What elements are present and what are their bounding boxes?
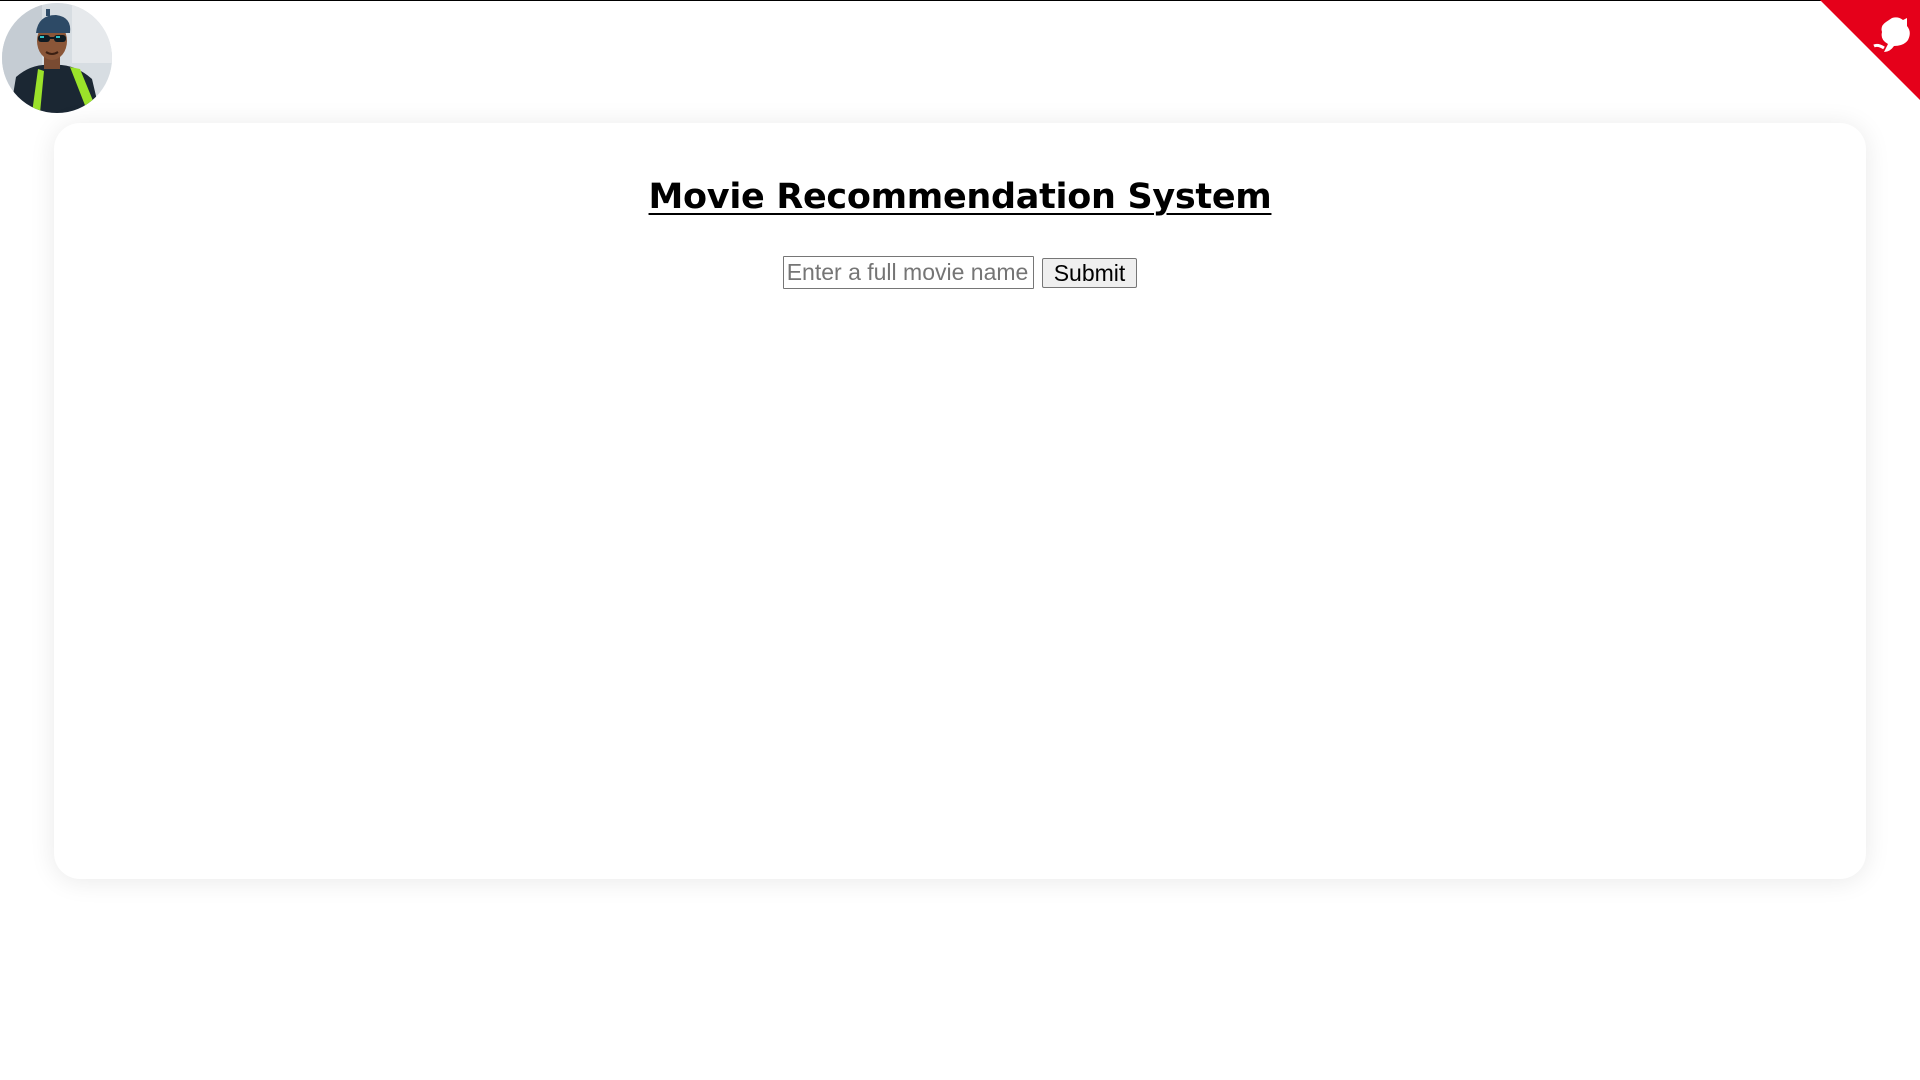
submit-button[interactable]: Submit	[1041, 257, 1138, 288]
avatar-photo	[2, 3, 112, 113]
movie-name-input[interactable]	[782, 256, 1034, 289]
top-border	[0, 0, 1920, 1]
page-title: Movie Recommendation System	[648, 177, 1272, 217]
github-corner-link[interactable]	[1820, 0, 1920, 100]
avatar[interactable]	[2, 3, 112, 113]
github-octocat-icon	[1820, 0, 1920, 100]
main-card: Movie Recommendation System Submit	[54, 123, 1866, 879]
search-form: Submit	[54, 256, 1866, 289]
